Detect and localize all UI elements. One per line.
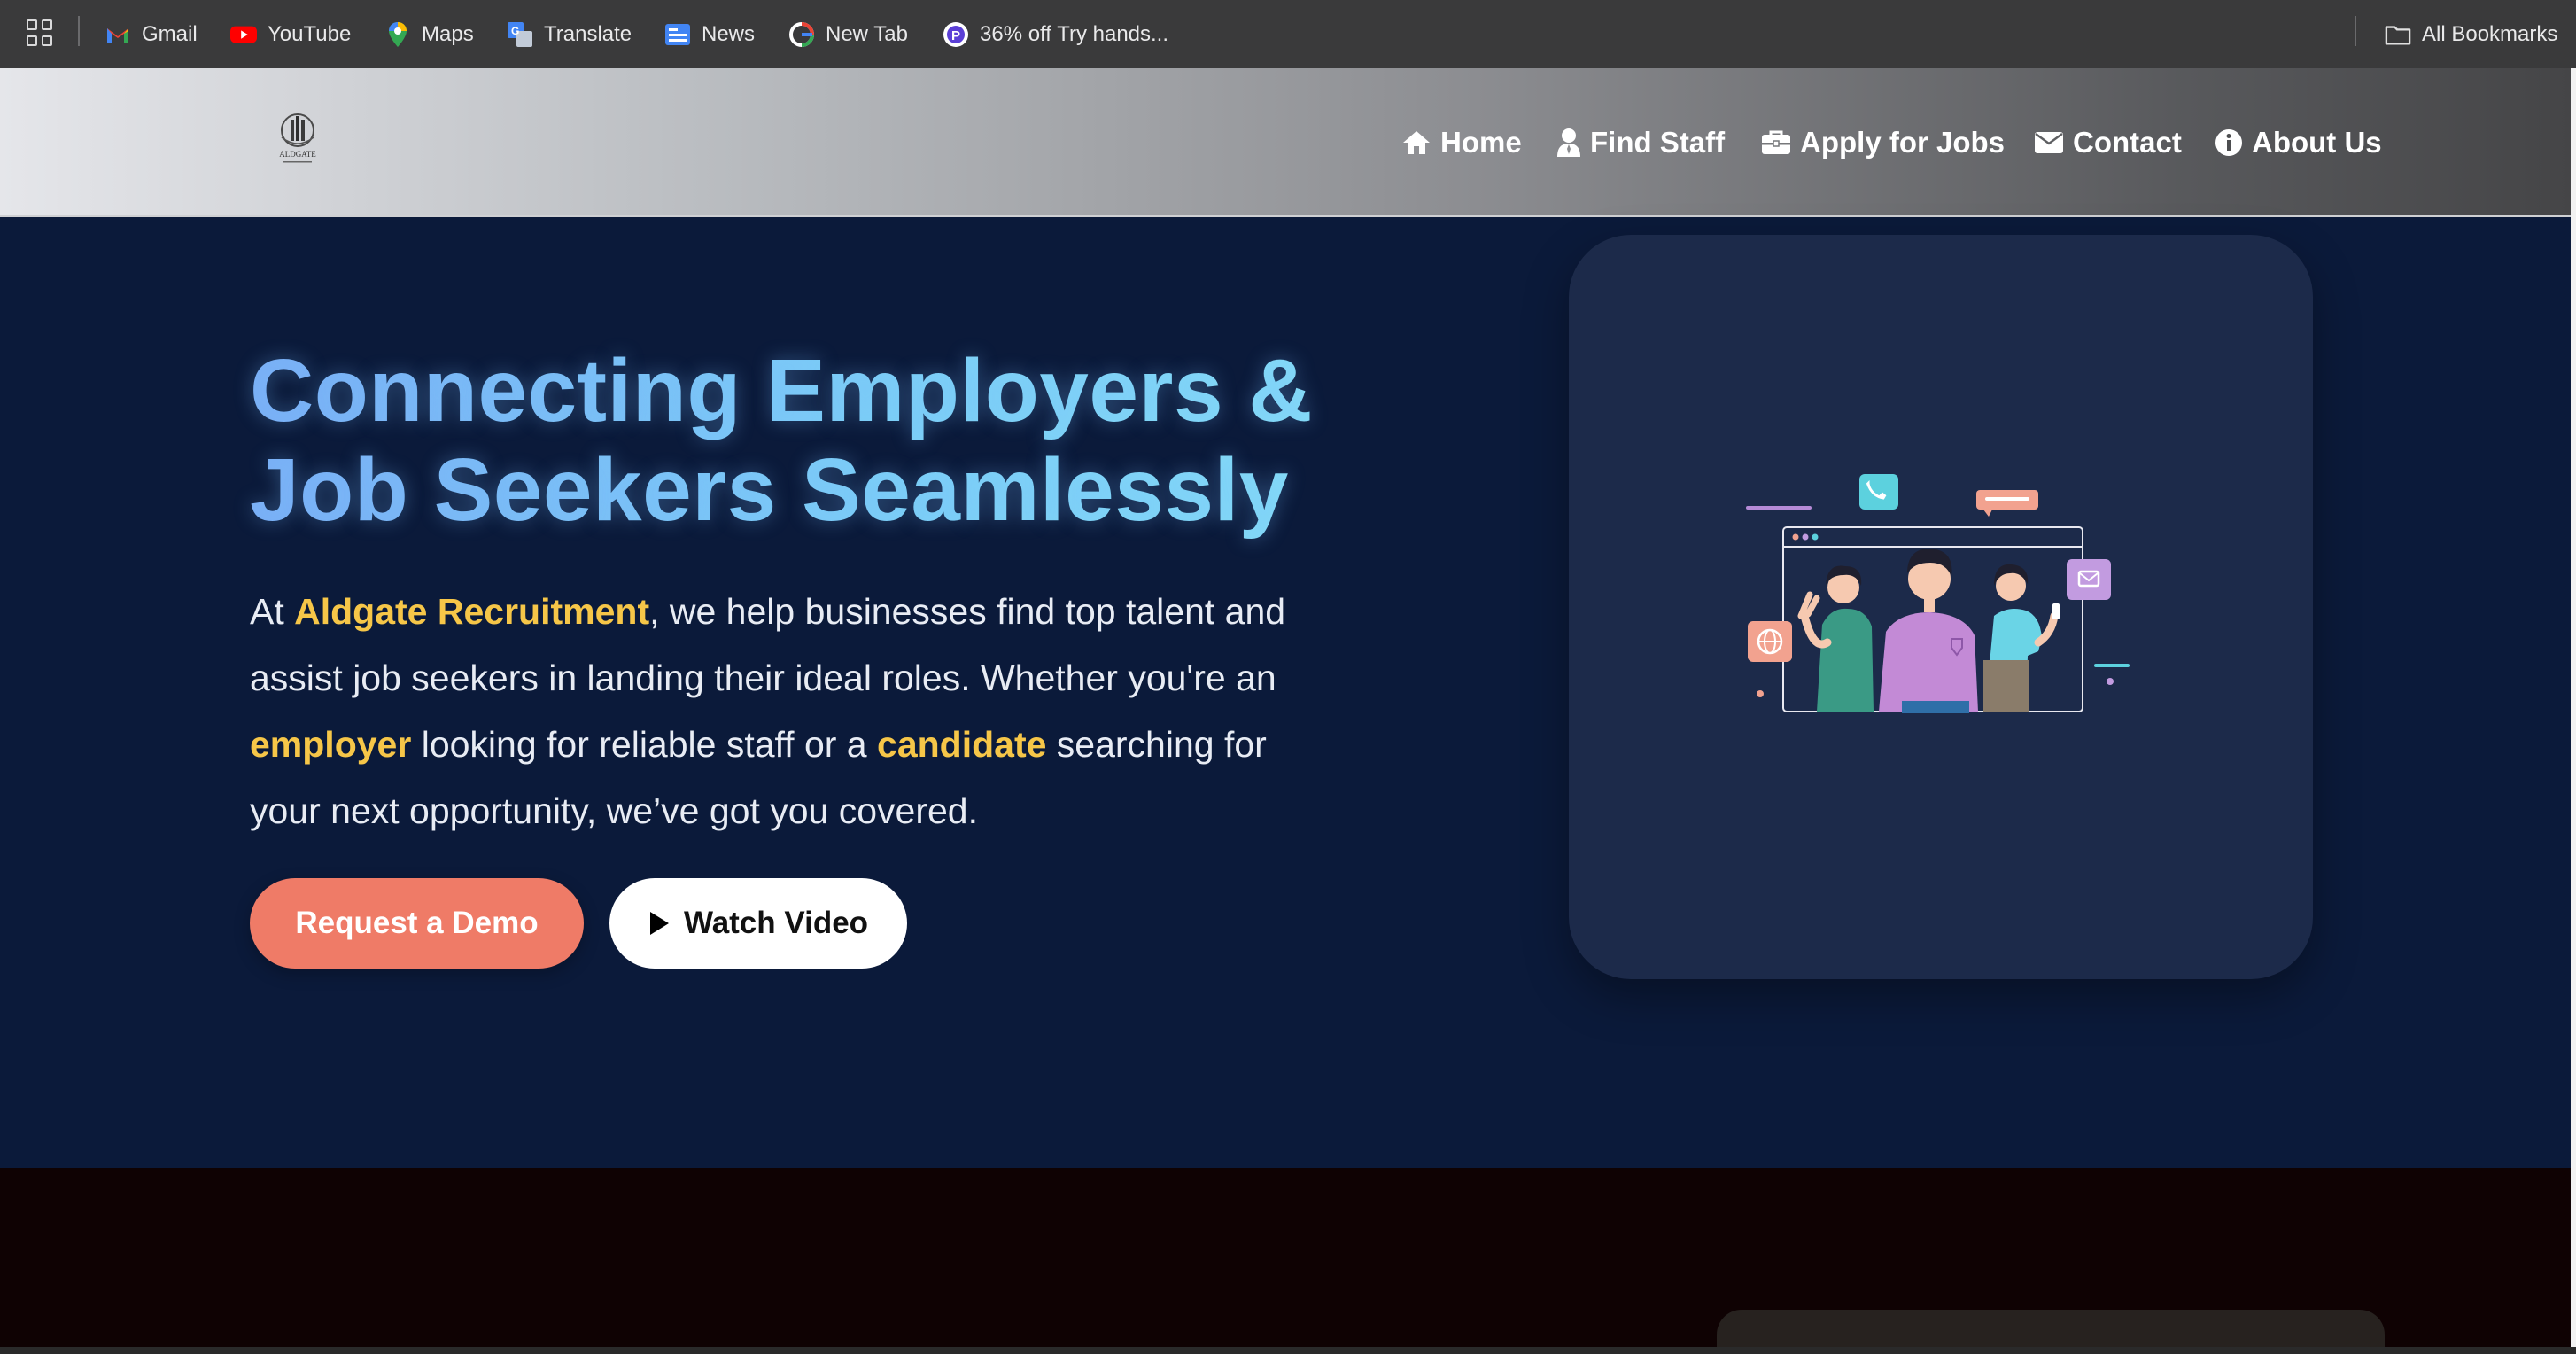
hero-description: At Aldgate Recruitment, we help business… xyxy=(250,579,1313,844)
bookmark-promo[interactable]: P 36% off Try hands... xyxy=(943,0,1168,68)
bookmarks-bar: Gmail YouTube Maps G Translate News New … xyxy=(0,0,2576,68)
bookmark-label: Translate xyxy=(544,21,632,46)
team-illustration xyxy=(1746,474,2130,713)
hero-title-line-1: Connecting Employers & xyxy=(250,341,1314,440)
nav-label: Apply for Jobs xyxy=(1800,126,2006,159)
apps-grid-icon[interactable] xyxy=(27,19,53,46)
bookmark-maps[interactable]: Maps xyxy=(384,0,474,68)
hero-text-segment: looking for reliable staff or a xyxy=(411,724,878,765)
hero-title: Connecting Employers & Job Seekers Seaml… xyxy=(250,341,1401,540)
page-scrollbar-track[interactable] xyxy=(2571,68,2576,1354)
candidate-highlight: candidate xyxy=(877,724,1047,765)
nav-contact[interactable]: Contact xyxy=(2034,123,2182,162)
aldgate-logo[interactable]: ALDGATE xyxy=(273,111,322,167)
gmail-icon xyxy=(105,21,131,48)
promo-icon: P xyxy=(943,21,969,48)
all-bookmarks-label: All Bookmarks xyxy=(2422,21,2558,46)
hero-title-line-2: Job Seekers Seamlessly xyxy=(250,440,1289,540)
bookmark-new-tab[interactable]: New Tab xyxy=(788,0,908,68)
bookmark-label: YouTube xyxy=(268,21,352,46)
google-icon xyxy=(788,21,815,48)
employer-highlight: employer xyxy=(250,724,412,765)
bookmark-translate[interactable]: G Translate xyxy=(507,0,632,68)
nav-label: About Us xyxy=(2252,126,2382,159)
watch-video-button[interactable]: Watch Video xyxy=(609,878,907,969)
brand-highlight: Aldgate Recruitment xyxy=(294,591,650,632)
hero-section: Connecting Employers & Job Seekers Seaml… xyxy=(0,217,2571,1168)
folder-icon xyxy=(2385,21,2411,48)
nav-label: Contact xyxy=(2073,126,2182,159)
news-icon xyxy=(664,21,691,48)
nav-find-staff[interactable]: Find Staff xyxy=(1556,123,1725,162)
bookmark-label: 36% off Try hands... xyxy=(980,21,1169,46)
window-bottom-edge xyxy=(0,1347,2576,1354)
bookmark-label: Maps xyxy=(422,21,474,46)
bookmark-youtube[interactable]: YouTube xyxy=(230,0,351,68)
svg-text:P: P xyxy=(951,28,960,43)
nav-label: Home xyxy=(1440,126,1522,159)
bookmarks-separator xyxy=(78,16,80,46)
nav-home[interactable]: Home xyxy=(1401,123,1522,162)
nav-apply-for-jobs[interactable]: Apply for Jobs xyxy=(1761,123,2005,162)
home-icon xyxy=(1403,131,1430,154)
briefcase-icon xyxy=(1762,130,1790,154)
next-section xyxy=(0,1168,2571,1354)
nav-label: Find Staff xyxy=(1590,126,1726,159)
play-icon xyxy=(649,912,669,935)
site-header: ALDGATE Home Find Staff Apply for Jobs C… xyxy=(0,68,2571,217)
request-demo-label: Request a Demo xyxy=(295,906,539,940)
info-icon xyxy=(2215,129,2242,156)
hero-illustration-card xyxy=(1569,235,2313,979)
maps-icon xyxy=(384,21,411,48)
request-demo-button[interactable]: Request a Demo xyxy=(250,878,584,969)
bookmark-news[interactable]: News xyxy=(664,0,755,68)
svg-text:G: G xyxy=(511,25,519,37)
bookmarks-separator xyxy=(2355,16,2356,46)
translate-icon: G xyxy=(507,21,533,48)
bookmark-gmail[interactable]: Gmail xyxy=(105,0,198,68)
nav-about-us[interactable]: About Us xyxy=(2215,123,2382,162)
youtube-icon xyxy=(230,21,257,48)
bookmark-label: Gmail xyxy=(142,21,198,46)
envelope-icon xyxy=(2035,132,2063,153)
watch-video-label: Watch Video xyxy=(683,906,869,940)
logo-text: ALDGATE xyxy=(279,150,316,159)
all-bookmarks[interactable]: All Bookmarks xyxy=(2385,0,2557,68)
hero-text-segment: At xyxy=(250,591,295,632)
bookmark-label: News xyxy=(702,21,756,46)
bookmark-label: New Tab xyxy=(826,21,908,46)
user-icon xyxy=(1557,128,1580,157)
